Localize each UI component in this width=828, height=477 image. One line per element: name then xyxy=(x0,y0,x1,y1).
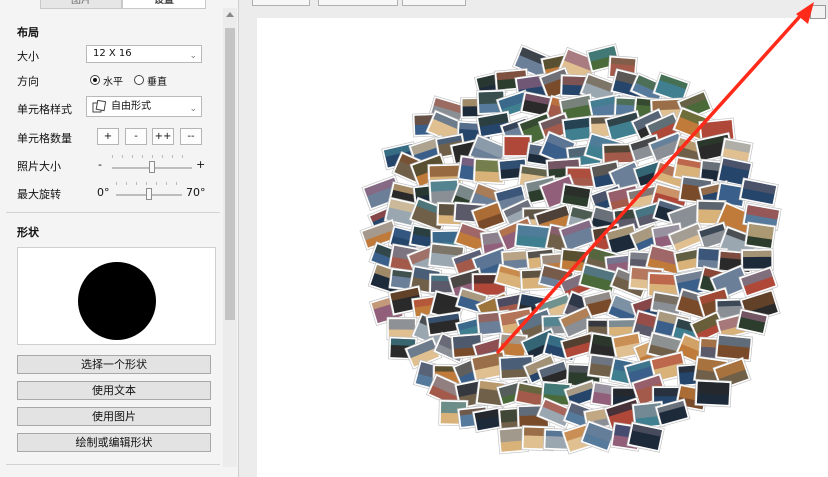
max-rotation-slider-thumb[interactable] xyxy=(146,188,152,200)
scrollbar-thumb[interactable] xyxy=(225,28,235,320)
choose-shape-button[interactable]: 选择一个形状 xyxy=(17,355,211,374)
photo-collage xyxy=(359,43,782,455)
direction-horizontal-label: 水平 xyxy=(103,77,123,88)
direction-horizontal-radio[interactable] xyxy=(90,75,100,85)
settings-panel: 图片 设置 布局 大小 12 X 16 ⌄ 方向 水平 垂直 单元格样式 自由形… xyxy=(0,0,239,477)
use-image-button[interactable]: 使用图片 xyxy=(17,407,211,426)
cell-count-increase-button[interactable]: + xyxy=(97,128,119,145)
shape-preview xyxy=(17,247,216,345)
shape-circle xyxy=(78,262,156,340)
size-value: 12 X 16 xyxy=(93,48,132,59)
panel-scrollbar[interactable] xyxy=(223,8,237,467)
photo-size-plus: + xyxy=(196,158,206,171)
cell-style-dropdown[interactable]: 自由形式 ⌄ xyxy=(86,96,202,117)
photo-size-slider-thumb[interactable] xyxy=(149,161,155,173)
tab-pictures[interactable]: 图片 xyxy=(40,0,122,9)
collage-photo xyxy=(738,177,779,207)
cell-count-decrease-button[interactable]: - xyxy=(125,128,147,145)
layout-section-title: 布局 xyxy=(17,26,39,39)
cell-style-label: 单元格样式 xyxy=(17,103,72,116)
collage-canvas[interactable] xyxy=(257,18,828,477)
photo-size-minus: - xyxy=(98,158,102,171)
size-label: 大小 xyxy=(17,50,39,63)
chevron-down-icon: ⌄ xyxy=(189,51,197,61)
max-rotation-min: 0° xyxy=(97,186,110,199)
cell-style-value: 自由形式 xyxy=(111,101,151,112)
use-text-button[interactable]: 使用文本 xyxy=(17,381,211,400)
cell-count-decrease-more-button[interactable]: -- xyxy=(180,128,202,145)
size-dropdown[interactable]: 12 X 16 ⌄ xyxy=(86,45,202,63)
photo-size-label: 照片大小 xyxy=(17,160,61,173)
section-divider xyxy=(6,464,220,465)
cell-count-label: 单元格数量 xyxy=(17,132,72,145)
direction-vertical-radio[interactable] xyxy=(134,75,144,85)
toolbar-button-1[interactable] xyxy=(252,0,310,6)
toolbar-button-2[interactable] xyxy=(318,0,398,6)
direction-label: 方向 xyxy=(17,75,39,88)
shape-section-title: 形状 xyxy=(17,226,39,239)
collage-photo xyxy=(743,221,777,251)
freeform-cells-icon xyxy=(92,100,106,113)
direction-vertical-label: 垂直 xyxy=(147,77,167,88)
cell-count-increase-more-button[interactable]: ++ xyxy=(152,128,174,145)
collage-photo xyxy=(714,333,754,363)
collage-photo xyxy=(694,379,732,408)
toolbar-button-3[interactable] xyxy=(402,0,466,6)
draw-edit-shape-button[interactable]: 绘制或编辑形状 xyxy=(17,433,211,452)
tab-settings[interactable]: 设置 xyxy=(122,0,206,9)
chevron-down-icon: ⌄ xyxy=(189,104,197,114)
max-rotation-max: 70° xyxy=(186,186,206,199)
section-divider xyxy=(6,212,220,213)
scroll-up-icon[interactable] xyxy=(226,12,234,17)
max-rotation-label: 最大旋转 xyxy=(17,188,61,201)
corner-button[interactable] xyxy=(810,5,826,19)
